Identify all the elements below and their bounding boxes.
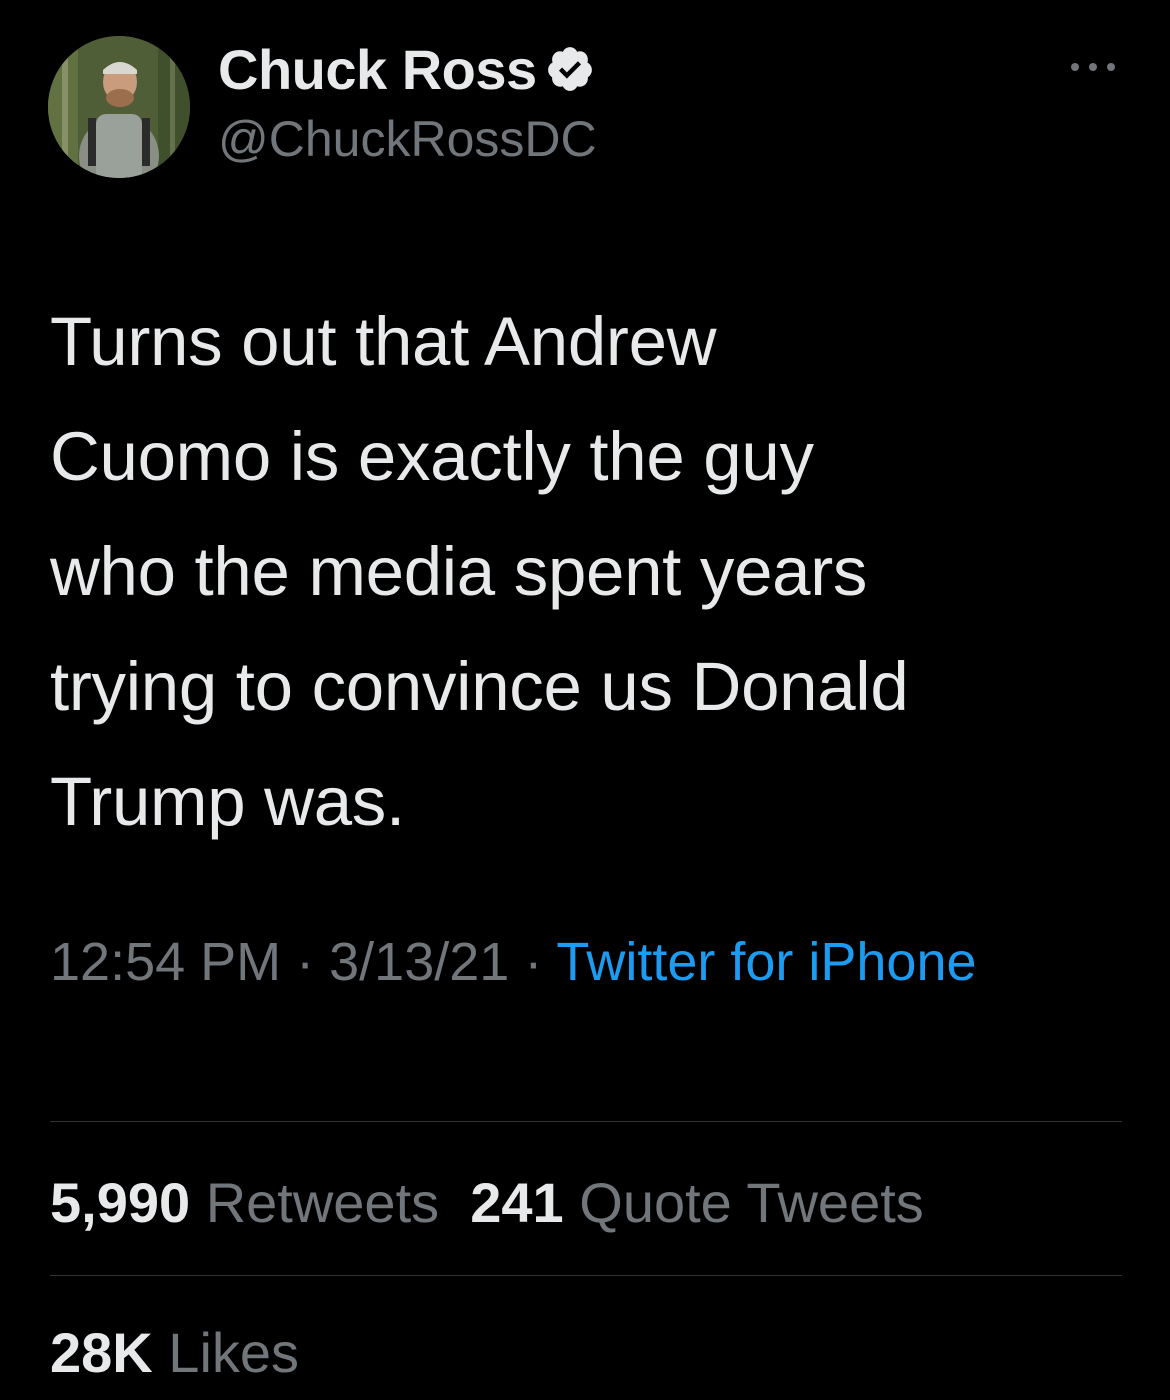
more-dot xyxy=(1107,63,1115,71)
meta-separator: · xyxy=(509,932,557,992)
tweet-date[interactable]: 3/13/21 xyxy=(329,932,509,992)
likes-label: Likes xyxy=(168,1321,300,1384)
avatar-photo xyxy=(48,36,190,178)
divider xyxy=(50,1275,1122,1276)
tweet-source-link[interactable]: Twitter for iPhone xyxy=(556,932,976,992)
display-name-row: Chuck Ross xyxy=(218,34,597,104)
retweets-label: Retweets xyxy=(205,1171,440,1234)
more-dot xyxy=(1071,63,1079,71)
top-edge xyxy=(0,0,1170,4)
verified-badge-icon xyxy=(545,44,595,94)
more-dot xyxy=(1089,63,1097,71)
author-block[interactable]: Chuck Ross @ChuckRossDC xyxy=(218,34,597,168)
meta-separator: · xyxy=(281,932,330,992)
likes-stat[interactable]: 28K Likes xyxy=(50,1321,299,1384)
quotes-label: Quote Tweets xyxy=(579,1171,924,1234)
tweet-meta: 12:54 PM · 3/13/21 · Twitter for iPhone xyxy=(50,920,1120,1004)
avatar[interactable] xyxy=(48,36,190,178)
engagement-row-retweets: 5,990 Retweets 241 Quote Tweets xyxy=(50,1168,924,1238)
likes-count: 28K xyxy=(50,1321,153,1384)
retweets-count: 5,990 xyxy=(50,1171,191,1234)
tweet-time[interactable]: 12:54 PM xyxy=(50,932,281,992)
engagement-row-likes: 28K Likes xyxy=(50,1318,299,1388)
quotes-count: 241 xyxy=(470,1171,564,1234)
user-handle[interactable]: @ChuckRossDC xyxy=(218,110,597,168)
display-name[interactable]: Chuck Ross xyxy=(218,37,537,102)
quotes-stat[interactable]: 241 Quote Tweets xyxy=(470,1171,924,1234)
retweets-stat[interactable]: 5,990 Retweets xyxy=(50,1171,439,1234)
more-options-icon[interactable] xyxy=(1071,52,1115,82)
divider xyxy=(50,1121,1122,1122)
tweet-text: Turns out that Andrew Cuomo is exactly t… xyxy=(50,303,909,840)
